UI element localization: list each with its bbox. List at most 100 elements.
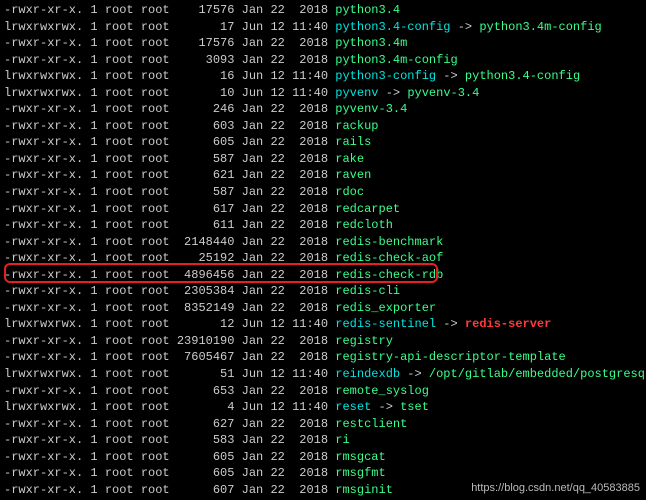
symlink-arrow: -> xyxy=(400,367,429,381)
listing-row: -rwxr-xr-x. 1 root root 4896456 Jan 22 2… xyxy=(4,267,642,284)
permissions: -rwxr-xr-x. 1 root root xyxy=(4,384,170,398)
permissions: -rwxr-xr-x. 1 root root xyxy=(4,152,170,166)
file-name: rails xyxy=(335,135,371,149)
listing-row: -rwxr-xr-x. 1 root root 611 Jan 22 2018 … xyxy=(4,217,642,234)
size: 25192 xyxy=(170,251,235,265)
listing-row: lrwxrwxrwx. 1 root root 4 Jun 12 11:40 r… xyxy=(4,399,642,416)
file-name: rake xyxy=(335,152,364,166)
size: 7605467 xyxy=(170,350,235,364)
size: 621 xyxy=(170,168,235,182)
listing-row: -rwxr-xr-x. 1 root root 653 Jan 22 2018 … xyxy=(4,383,642,400)
size: 2148440 xyxy=(170,235,235,249)
size: 605 xyxy=(170,450,235,464)
size: 653 xyxy=(170,384,235,398)
size: 3093 xyxy=(170,53,235,67)
size: 4 xyxy=(170,400,235,414)
file-name: raven xyxy=(335,168,371,182)
size: 607 xyxy=(170,483,235,497)
permissions: -rwxr-xr-x. 1 root root xyxy=(4,119,170,133)
date: Jun 12 11:40 xyxy=(242,367,328,381)
symlink-arrow: -> xyxy=(451,20,480,34)
size: 17 xyxy=(170,20,235,34)
size: 17576 xyxy=(170,3,235,17)
symlink-arrow: -> xyxy=(436,317,465,331)
listing-row: -rwxr-xr-x. 1 root root 605 Jan 22 2018 … xyxy=(4,134,642,151)
date: Jan 22 2018 xyxy=(242,350,328,364)
date: Jan 22 2018 xyxy=(242,218,328,232)
permissions: -rwxr-xr-x. 1 root root xyxy=(4,135,170,149)
listing-row: -rwxr-xr-x. 1 root root 605 Jan 22 2018 … xyxy=(4,465,642,482)
date: Jan 22 2018 xyxy=(242,268,328,282)
date: Jun 12 11:40 xyxy=(242,317,328,331)
date: Jan 22 2018 xyxy=(242,168,328,182)
symlink-target: python3.4-config xyxy=(465,69,580,83)
file-name: python3-config xyxy=(335,69,436,83)
file-name: ri xyxy=(335,433,349,447)
date: Jan 22 2018 xyxy=(242,3,328,17)
date: Jan 22 2018 xyxy=(242,483,328,497)
size: 23910190 xyxy=(170,334,235,348)
permissions: -rwxr-xr-x. 1 root root xyxy=(4,168,170,182)
size: 12 xyxy=(170,317,235,331)
size: 2305384 xyxy=(170,284,235,298)
date: Jan 22 2018 xyxy=(242,466,328,480)
listing-row: lrwxrwxrwx. 1 root root 51 Jun 12 11:40 … xyxy=(4,366,642,383)
date: Jun 12 11:40 xyxy=(242,20,328,34)
date: Jun 12 11:40 xyxy=(242,86,328,100)
listing-row: -rwxr-xr-x. 1 root root 2148440 Jan 22 2… xyxy=(4,234,642,251)
permissions: -rwxr-xr-x. 1 root root xyxy=(4,433,170,447)
file-name: redis-sentinel xyxy=(335,317,436,331)
listing-row: -rwxr-xr-x. 1 root root 617 Jan 22 2018 … xyxy=(4,201,642,218)
permissions: -rwxr-xr-x. 1 root root xyxy=(4,284,170,298)
file-name: reset xyxy=(335,400,371,414)
size: 617 xyxy=(170,202,235,216)
permissions: -rwxr-xr-x. 1 root root xyxy=(4,251,170,265)
permissions: lrwxrwxrwx. 1 root root xyxy=(4,69,170,83)
file-name: python3.4 xyxy=(335,3,400,17)
permissions: -rwxr-xr-x. 1 root root xyxy=(4,301,170,315)
permissions: -rwxr-xr-x. 1 root root xyxy=(4,3,170,17)
listing-row: -rwxr-xr-x. 1 root root 246 Jan 22 2018 … xyxy=(4,101,642,118)
file-name: redis_exporter xyxy=(335,301,436,315)
permissions: lrwxrwxrwx. 1 root root xyxy=(4,20,170,34)
listing-row: -rwxr-xr-x. 1 root root 17576 Jan 22 201… xyxy=(4,2,642,19)
date: Jan 22 2018 xyxy=(242,185,328,199)
date: Jan 22 2018 xyxy=(242,202,328,216)
size: 16 xyxy=(170,69,235,83)
permissions: -rwxr-xr-x. 1 root root xyxy=(4,268,170,282)
size: 8352149 xyxy=(170,301,235,315)
listing-row: -rwxr-xr-x. 1 root root 587 Jan 22 2018 … xyxy=(4,151,642,168)
symlink-target: redis-server xyxy=(465,317,551,331)
file-name: redcarpet xyxy=(335,202,400,216)
date: Jan 22 2018 xyxy=(242,152,328,166)
permissions: lrwxrwxrwx. 1 root root xyxy=(4,400,170,414)
date: Jun 12 11:40 xyxy=(242,400,328,414)
date: Jan 22 2018 xyxy=(242,235,328,249)
listing-row: -rwxr-xr-x. 1 root root 25192 Jan 22 201… xyxy=(4,250,642,267)
size: 51 xyxy=(170,367,235,381)
file-name: reindexdb xyxy=(335,367,400,381)
permissions: -rwxr-xr-x. 1 root root xyxy=(4,450,170,464)
size: 605 xyxy=(170,135,235,149)
date: Jan 22 2018 xyxy=(242,102,328,116)
permissions: lrwxrwxrwx. 1 root root xyxy=(4,86,170,100)
file-name: rdoc xyxy=(335,185,364,199)
listing-row: -rwxr-xr-x. 1 root root 8352149 Jan 22 2… xyxy=(4,300,642,317)
symlink-target: tset xyxy=(400,400,429,414)
symlink-arrow: -> xyxy=(379,86,408,100)
file-name: remote_syslog xyxy=(335,384,429,398)
size: 4896456 xyxy=(170,268,235,282)
listing-row: -rwxr-xr-x. 1 root root 603 Jan 22 2018 … xyxy=(4,118,642,135)
file-name: pyvenv-3.4 xyxy=(335,102,407,116)
file-name: python3.4m xyxy=(335,36,407,50)
size: 17576 xyxy=(170,36,235,50)
file-name: redis-check-rdb xyxy=(335,268,443,282)
size: 611 xyxy=(170,218,235,232)
size: 583 xyxy=(170,433,235,447)
permissions: -rwxr-xr-x. 1 root root xyxy=(4,218,170,232)
file-name: rmsgfmt xyxy=(335,466,385,480)
size: 627 xyxy=(170,417,235,431)
date: Jan 22 2018 xyxy=(242,450,328,464)
permissions: -rwxr-xr-x. 1 root root xyxy=(4,350,170,364)
listing-row: -rwxr-xr-x. 1 root root 23910190 Jan 22 … xyxy=(4,333,642,350)
